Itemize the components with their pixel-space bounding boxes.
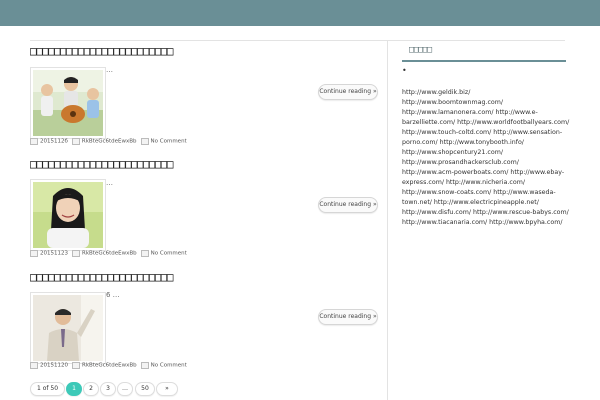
post-comments-link[interactable]: No Comment [151, 251, 187, 257]
header-bar [0, 0, 600, 26]
page-current[interactable]: 1 [66, 382, 82, 396]
post-thumbnail[interactable] [30, 179, 106, 251]
calendar-icon [30, 138, 38, 145]
sidebar-links[interactable]: http://www.geldik.biz/ http://www.boomto… [402, 88, 570, 228]
post-title[interactable]: □□□□□□□□□□□□□□□□□□□□□□□□ [30, 270, 174, 284]
page-link-2[interactable]: 2 [83, 382, 99, 396]
page-link-3[interactable]: 3 [100, 382, 116, 396]
comment-icon [140, 250, 149, 257]
post-title[interactable]: □□□□□□□□□□□□□□□□□□□□□□□□ [30, 44, 174, 58]
post-comments-link[interactable]: No Comment [151, 139, 187, 145]
list-bullet: • [402, 66, 407, 75]
post-excerpt: 6 … [106, 291, 120, 299]
content-top-rule [30, 40, 565, 41]
author-icon [72, 362, 80, 369]
smiling-girl-photo [33, 182, 103, 248]
post-date: 20151120 [40, 362, 68, 369]
post-author-link[interactable]: RkBteGc6tdeEwxBb [82, 251, 137, 257]
post-excerpt: … [106, 66, 113, 74]
widget-title-underline [402, 60, 566, 62]
page-link-last[interactable]: 50 [135, 382, 155, 396]
post-thumbnail[interactable] [30, 67, 106, 139]
continue-reading-button[interactable]: Continue reading » [318, 197, 378, 213]
post-meta: 2015112б RkBteGc6tdeEwxBb No Comment [30, 138, 187, 145]
post-author-link[interactable]: RkBteGc6tdeEwxBb [82, 363, 137, 369]
continue-reading-button[interactable]: Continue reading » [318, 309, 378, 325]
sidebar-divider [387, 40, 388, 400]
post-meta: 20151123 RkBteGc6tdeEwxBb No Comment [30, 250, 187, 257]
author-icon [71, 138, 80, 145]
man-in-suit-photo [33, 295, 103, 361]
calendar-icon [30, 362, 38, 369]
post-date: 2015112б [40, 138, 68, 145]
children-with-guitar-photo [33, 70, 103, 136]
post-comments-link[interactable]: No Comment [151, 363, 187, 369]
page-next-button[interactable]: » [156, 382, 178, 396]
pagination-summary: 1 of 50 [30, 382, 65, 396]
page-ellipsis: … [117, 382, 133, 396]
post-date: 20151123 [40, 250, 68, 257]
comment-icon [140, 362, 149, 369]
post-thumbnail[interactable] [30, 292, 106, 364]
author-icon [72, 250, 80, 257]
post-excerpt: … [106, 179, 113, 187]
widget-title: □□□□□ [409, 45, 432, 55]
calendar-icon [30, 250, 38, 257]
post-author-link[interactable]: RkBteGc6tdeEwxBb [82, 139, 137, 145]
comment-icon [140, 138, 149, 145]
post-meta: 20151120 RkBteGc6tdeEwxBb No Comment [30, 362, 187, 369]
post-title[interactable]: □□□□□□□□□□□□□□□□□□□□□□□□ [30, 157, 174, 171]
continue-reading-button[interactable]: Continue reading » [318, 84, 378, 100]
